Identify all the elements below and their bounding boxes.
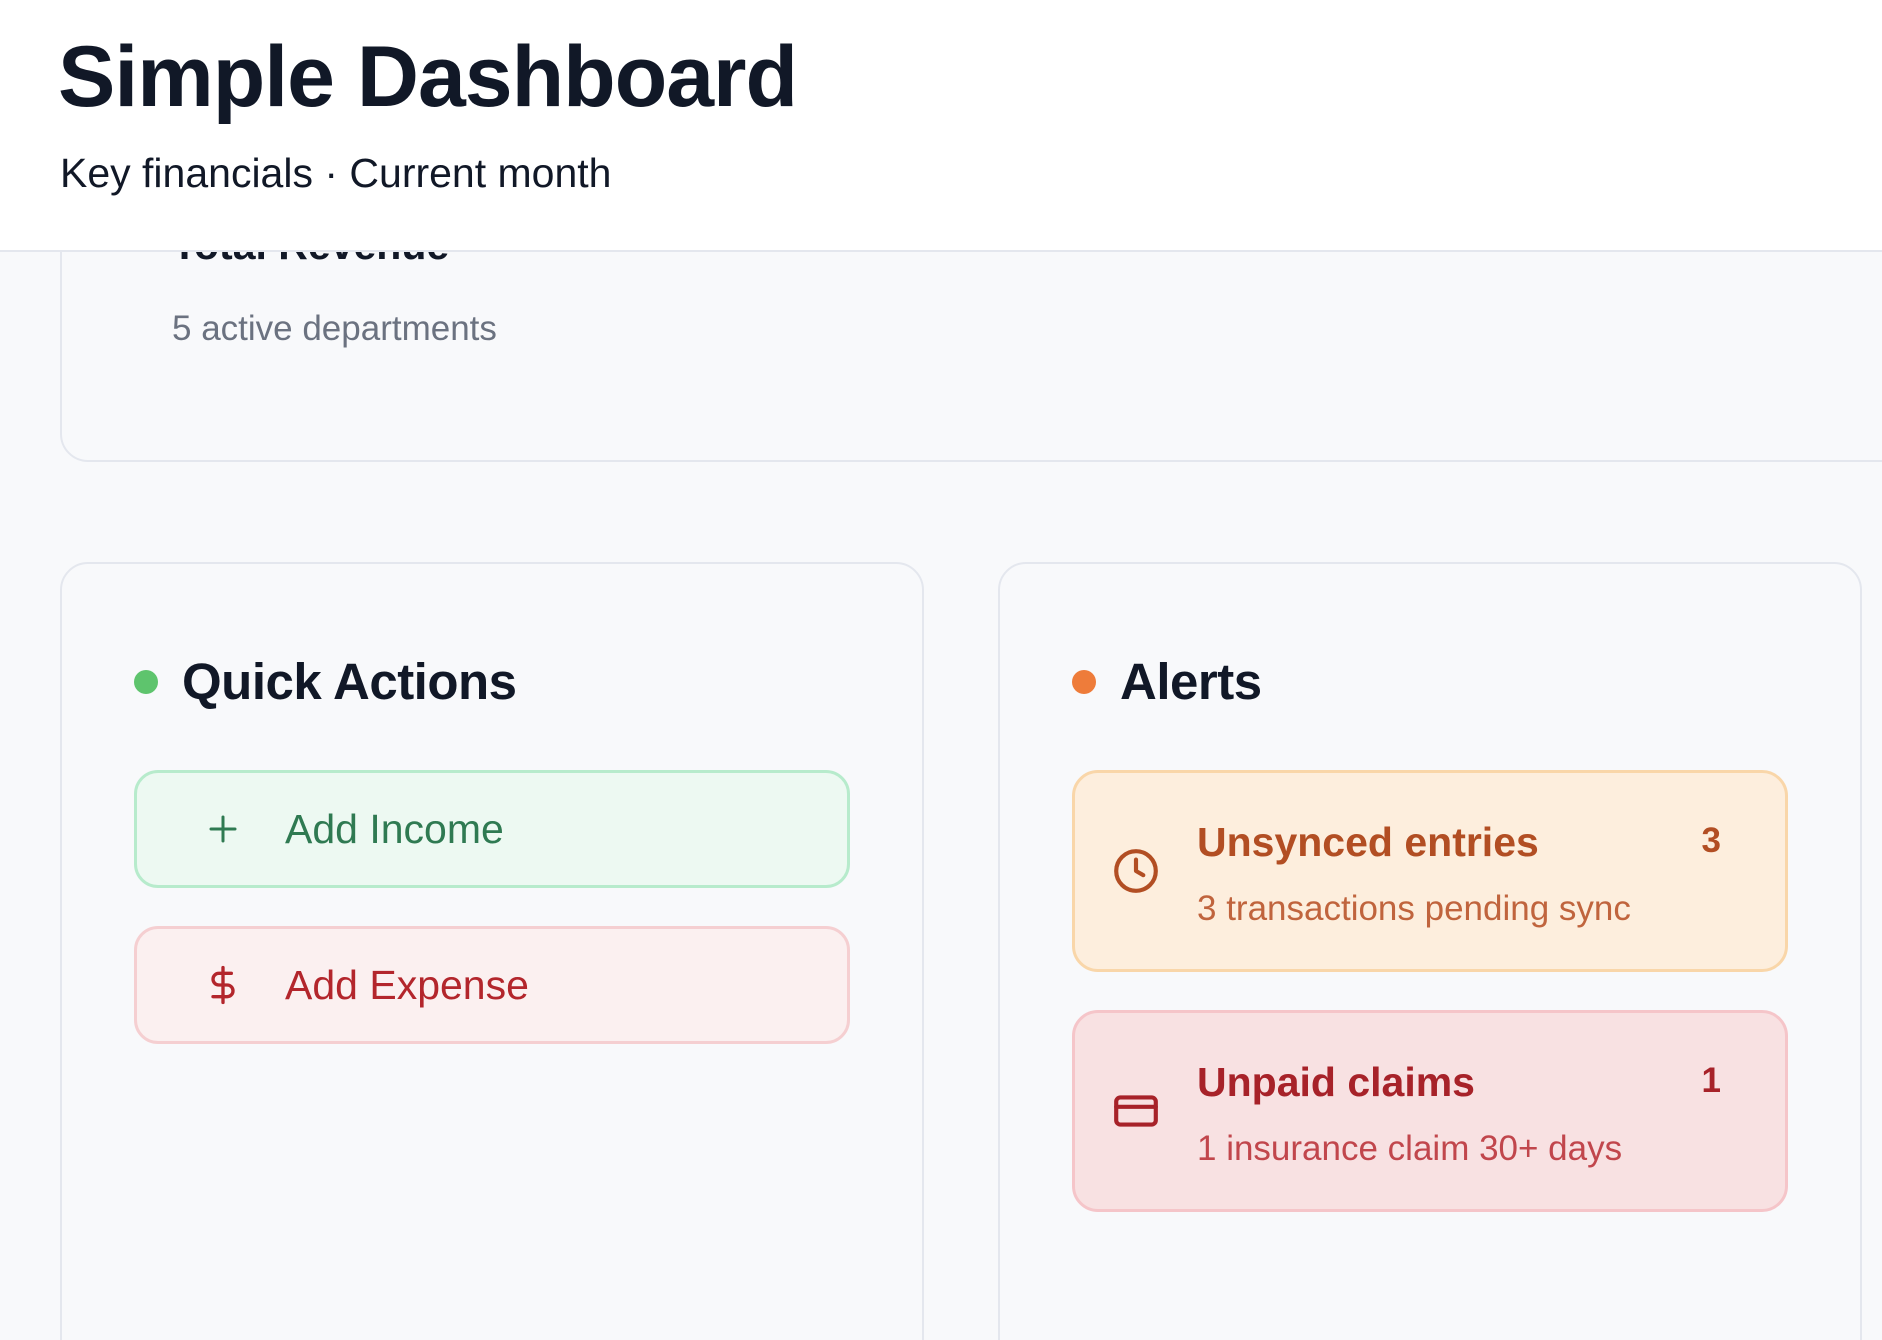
page-subtitle: Key financials · Current month: [60, 150, 612, 196]
alert-count-badge: 3: [1701, 821, 1721, 860]
status-dot: [134, 669, 158, 694]
summary-subtitle: 5 active departments: [172, 309, 497, 348]
alert-description: 3 transactions pending sync: [1197, 889, 1631, 928]
alerts-panel: Alerts Unsynced entries 3 3 transactions…: [998, 562, 1862, 1340]
alert-title: Unsynced entries: [1197, 819, 1539, 865]
credit-card-icon: [1111, 1013, 1161, 1209]
alert-unsynced-entries[interactable]: Unsynced entries 3 3 transactions pendin…: [1072, 770, 1788, 972]
page-title: Simple Dashboard: [58, 29, 798, 125]
alerts-header: Alerts: [1072, 652, 1262, 711]
clock-icon: [1111, 773, 1161, 969]
page-header: Simple Dashboard Key financials · Curren…: [0, 0, 1882, 252]
add-income-label: Add Income: [285, 805, 504, 852]
quick-actions-title: Quick Actions: [182, 653, 517, 710]
plus-icon: [185, 811, 261, 847]
status-dot: [1072, 669, 1096, 694]
dollar-icon: [185, 961, 261, 1009]
quick-actions-panel: Quick Actions Add Income Add Expense: [60, 562, 924, 1340]
quick-actions-header: Quick Actions: [134, 652, 517, 711]
alert-count-badge: 1: [1701, 1061, 1721, 1100]
alert-description: 1 insurance claim 30+ days: [1197, 1129, 1623, 1168]
add-expense-button[interactable]: Add Expense: [134, 926, 850, 1044]
alert-title: Unpaid claims: [1197, 1059, 1475, 1105]
add-income-button[interactable]: Add Income: [134, 770, 850, 888]
add-expense-label: Add Expense: [285, 961, 529, 1008]
dashboard-page: Total Revenue 5 active departments Quick…: [0, 0, 1882, 1340]
alert-unpaid-claims[interactable]: Unpaid claims 1 1 insurance claim 30+ da…: [1072, 1010, 1788, 1212]
alerts-title: Alerts: [1120, 653, 1262, 710]
